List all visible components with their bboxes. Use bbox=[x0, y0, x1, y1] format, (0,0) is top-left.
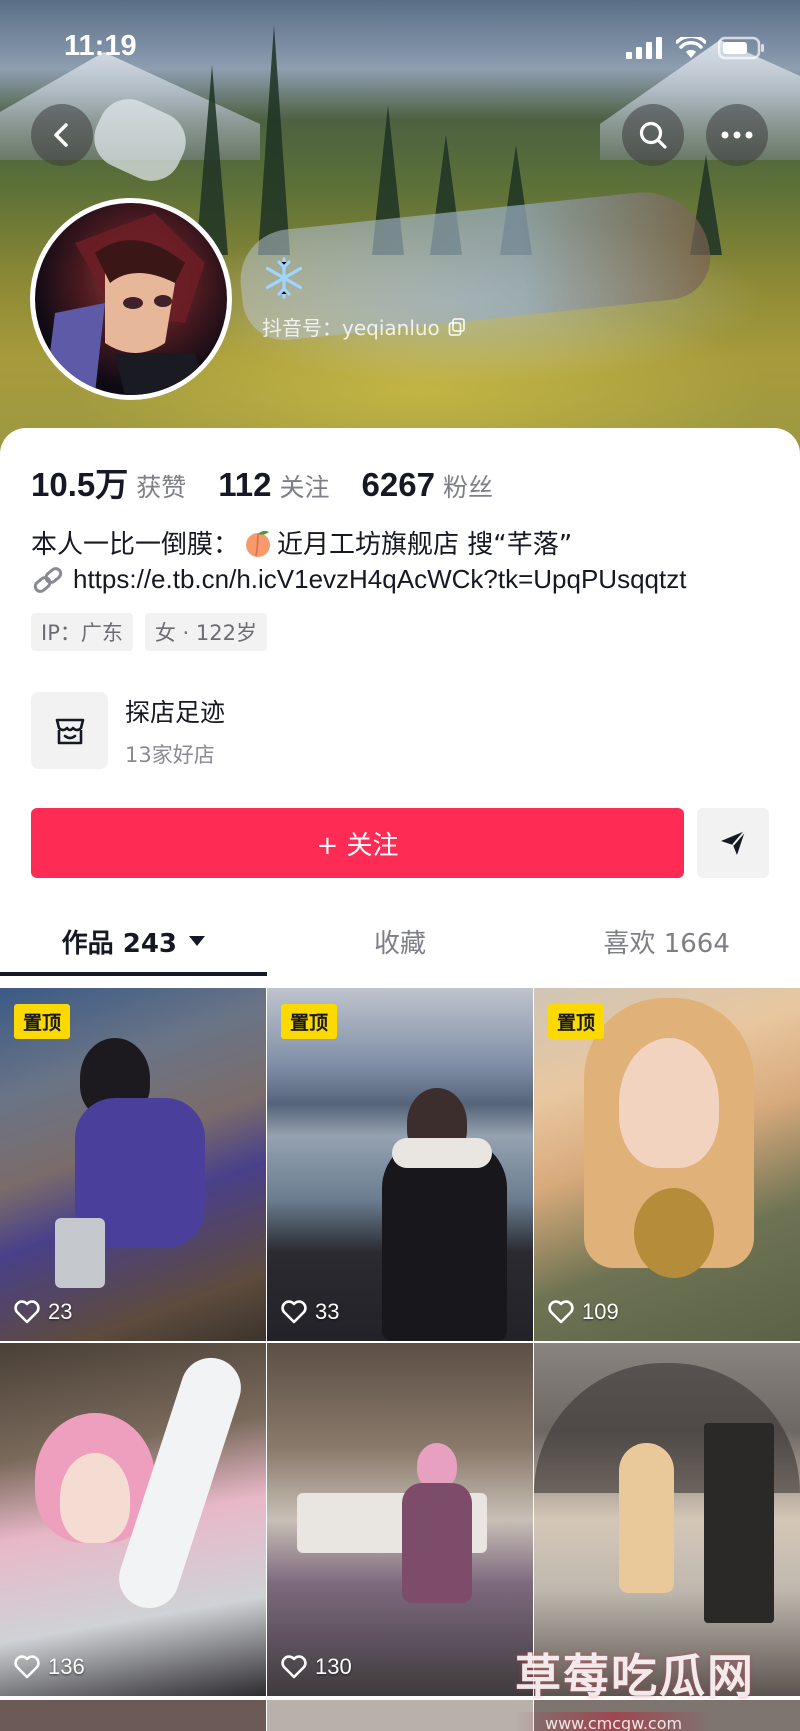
like-count-value: 130 bbox=[315, 1654, 352, 1679]
tag-gender-age: 女 · 122岁 bbox=[144, 613, 267, 651]
video-tile[interactable]: 置顶 23 bbox=[0, 988, 266, 1341]
search-icon bbox=[639, 121, 667, 149]
stat-followers-label: 粉丝 bbox=[442, 473, 493, 502]
tag-ip: IP：广东 bbox=[31, 613, 133, 651]
avatar-illustration bbox=[45, 213, 205, 395]
back-button[interactable] bbox=[31, 104, 93, 166]
bio-suffix: 近月工坊旗舰店 搜“芊落” bbox=[277, 530, 573, 560]
like-count-value: 33 bbox=[315, 1299, 340, 1324]
tab-works[interactable]: 作品 243 bbox=[0, 908, 267, 976]
tab-works-label: 作品 243 bbox=[61, 928, 177, 959]
stat-likes-label: 获赞 bbox=[136, 473, 187, 502]
like-count-value: 109 bbox=[582, 1299, 619, 1324]
like-count: 130 bbox=[281, 1654, 352, 1680]
signal-icon bbox=[626, 37, 662, 59]
shop-title: 探店足迹 bbox=[125, 697, 226, 727]
status-time: 11:19 bbox=[64, 30, 137, 62]
douyin-id: 抖音号：yeqianluo bbox=[262, 312, 466, 341]
watermark-title: 草莓吃瓜网 bbox=[515, 1649, 755, 1703]
link-icon bbox=[33, 566, 63, 593]
tab-liked-label: 喜欢 1664 bbox=[603, 928, 730, 959]
stat-following-label: 关注 bbox=[279, 473, 330, 502]
watermark-url: www.cmcgw.com bbox=[515, 1712, 713, 1731]
follow-button[interactable]: + 关注 bbox=[31, 808, 684, 878]
heart-icon bbox=[281, 1300, 307, 1324]
tab-favorites-label: 收藏 bbox=[374, 928, 427, 959]
bio-link[interactable]: https://e.tb.cn/h.icV1evzH4qAcWCk?tk=Upq… bbox=[73, 564, 686, 595]
like-count: 109 bbox=[548, 1299, 619, 1325]
stat-likes-value: 10.5万 bbox=[31, 466, 129, 503]
content-tabs: 作品 243 收藏 喜欢 1664 bbox=[0, 908, 800, 976]
heart-icon bbox=[14, 1300, 40, 1324]
bio-line-2: https://e.tb.cn/h.icV1evzH4qAcWCk?tk=Upq… bbox=[31, 564, 686, 595]
video-grid: 置顶 23 置顶 33 置顶 109 136 130 bbox=[0, 988, 800, 1696]
follow-button-label: + 关注 bbox=[316, 830, 399, 861]
video-tile[interactable]: 置顶 109 bbox=[534, 988, 800, 1341]
profile-tags: IP：广东 女 · 122岁 bbox=[31, 613, 267, 651]
peach-icon bbox=[246, 530, 271, 557]
like-count-value: 23 bbox=[48, 1299, 73, 1324]
search-button[interactable] bbox=[622, 104, 684, 166]
stat-following[interactable]: 112 关注 bbox=[218, 466, 329, 504]
douyin-id-text: 抖音号：yeqianluo bbox=[262, 316, 440, 340]
tab-liked[interactable]: 喜欢 1664 bbox=[533, 908, 800, 974]
shop-visits-entry[interactable]: 探店足迹 13家好店 bbox=[31, 692, 225, 769]
snowflake-icon bbox=[262, 256, 306, 304]
video-tile[interactable]: 130 bbox=[267, 1343, 533, 1696]
bio-prefix: 本人一比一倒膜： bbox=[31, 530, 240, 560]
battery-icon bbox=[718, 36, 764, 60]
watermark: 草莓吃瓜网 www.cmcgw.com bbox=[515, 1640, 755, 1731]
video-tile[interactable]: 136 bbox=[0, 1343, 266, 1696]
caret-down-icon[interactable] bbox=[189, 936, 205, 946]
stat-followers-value: 6267 bbox=[361, 466, 435, 503]
status-bar: 11:19 bbox=[0, 0, 800, 96]
copy-icon[interactable] bbox=[448, 317, 466, 336]
more-button[interactable] bbox=[706, 104, 768, 166]
like-count: 33 bbox=[281, 1299, 339, 1325]
pinned-badge: 置顶 bbox=[281, 1004, 338, 1039]
avatar[interactable] bbox=[30, 198, 232, 400]
pinned-badge: 置顶 bbox=[14, 1004, 71, 1039]
stat-following-value: 112 bbox=[218, 466, 272, 503]
heart-icon bbox=[14, 1655, 40, 1679]
shop-subtitle: 13家好店 bbox=[125, 742, 215, 767]
send-icon bbox=[721, 830, 746, 855]
video-tile[interactable]: 置顶 33 bbox=[267, 988, 533, 1341]
bio-line-1: 本人一比一倒膜： 近月工坊旗舰店 搜“芊落” bbox=[31, 524, 572, 561]
heart-icon bbox=[548, 1300, 574, 1324]
profile-stats: 10.5万 获赞 112 关注 6267 粉丝 bbox=[31, 458, 525, 506]
chevron-left-icon bbox=[54, 123, 68, 147]
tab-favorites[interactable]: 收藏 bbox=[267, 908, 534, 974]
like-count: 23 bbox=[14, 1299, 72, 1325]
pinned-badge: 置顶 bbox=[548, 1004, 605, 1039]
wifi-icon bbox=[676, 37, 706, 58]
like-count-value: 136 bbox=[48, 1654, 85, 1679]
share-button[interactable] bbox=[697, 808, 769, 878]
stat-likes[interactable]: 10.5万 获赞 bbox=[31, 458, 186, 506]
more-icon bbox=[721, 131, 753, 139]
like-count: 136 bbox=[14, 1654, 85, 1680]
heart-icon bbox=[281, 1655, 307, 1679]
shop-icon bbox=[31, 692, 108, 769]
stat-followers[interactable]: 6267 粉丝 bbox=[362, 466, 493, 504]
